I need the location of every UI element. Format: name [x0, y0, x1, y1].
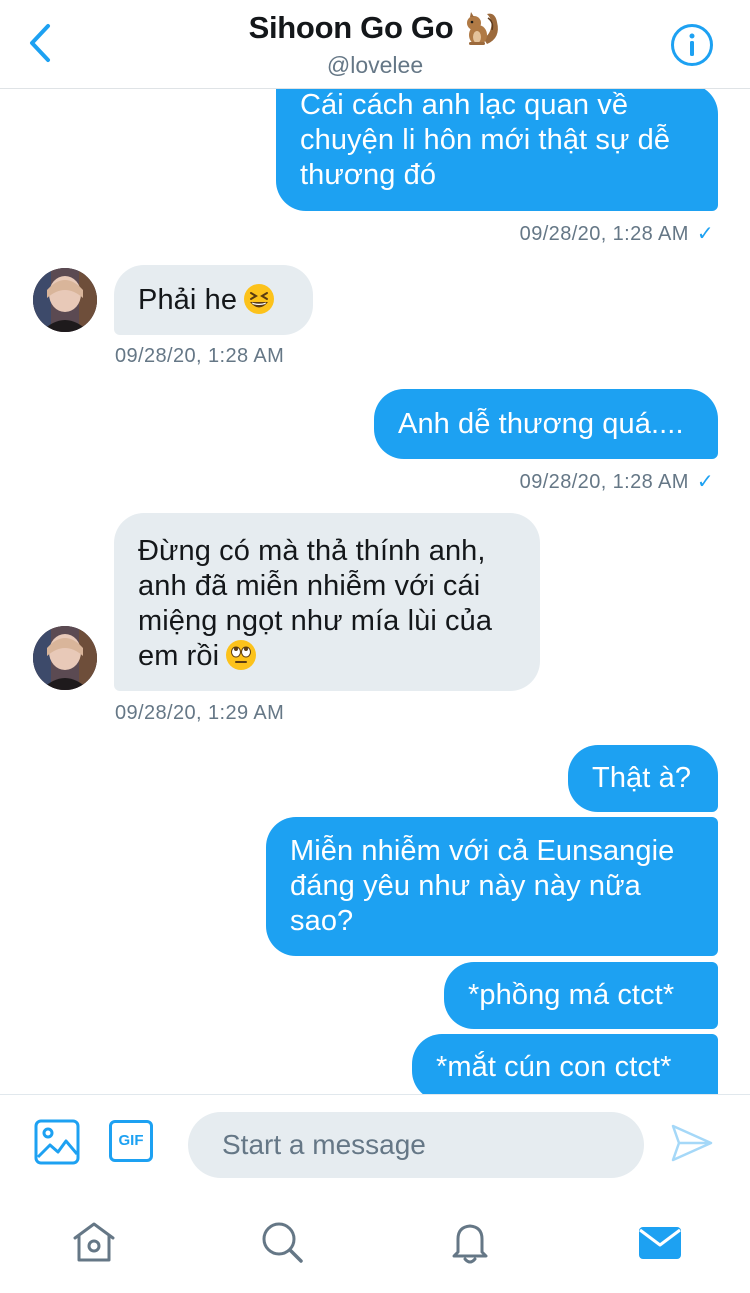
avatar[interactable]: [33, 268, 97, 332]
conversation-info-button[interactable]: [670, 23, 714, 67]
avatar-photo: [33, 268, 97, 332]
timestamp-text: 09/28/20, 1:29 AM: [115, 702, 285, 724]
sent-message[interactable]: *phồng má ctct*: [444, 962, 718, 1029]
message-line: em rồi: [138, 639, 516, 674]
message-line: thương đó: [300, 159, 437, 191]
avatar-photo: [33, 626, 97, 690]
conversation-title-block[interactable]: Sihoon Go Go @lovelee: [0, 8, 750, 79]
tab-notifications[interactable]: [446, 1218, 494, 1266]
read-check-icon: ✓: [696, 471, 714, 493]
user-handle: @lovelee: [326, 52, 424, 78]
chipmunk-emoji-icon: [467, 12, 499, 45]
display-name: Sihoon Go Go: [248, 10, 454, 45]
message-line: Đừng có mà thả thính anh,: [138, 535, 486, 567]
sent-message[interactable]: Thật à?: [568, 745, 718, 812]
tab-home[interactable]: [70, 1218, 118, 1266]
message-timestamp: 09/28/20, 1:28 AM: [115, 345, 284, 368]
message-text: Thật à?: [592, 762, 692, 794]
message-line: anh đã miễn nhiễm với cái: [138, 570, 481, 602]
messages-icon: [639, 1227, 681, 1259]
message-line: sao?: [290, 905, 354, 937]
message-text: *phồng má ctct*: [468, 979, 675, 1011]
message-line-text: em rồi: [138, 640, 220, 672]
message-composer: GIF: [0, 1094, 750, 1201]
home-icon: [73, 1222, 115, 1262]
message-line: đáng yêu như này này nữa: [290, 870, 641, 902]
conversation-title: Sihoon Go Go: [249, 8, 502, 48]
message-text: Anh dễ thương quá....: [398, 408, 684, 440]
tab-search[interactable]: [258, 1218, 306, 1266]
send-icon: [671, 1124, 713, 1162]
timestamp-text: 09/28/20, 1:28 AM: [519, 223, 689, 245]
read-check-icon: ✓: [696, 223, 714, 245]
sent-message[interactable]: *mắt cún con ctct*: [412, 1034, 718, 1094]
search-icon: [262, 1222, 303, 1263]
image-icon: [34, 1119, 80, 1165]
grinning-squinting-face-emoji: [244, 284, 275, 314]
message-text: *mắt cún con ctct*: [436, 1051, 672, 1083]
message-line: miệng ngọt như mía lùi của: [138, 605, 493, 637]
message-text: Phải he: [138, 284, 238, 316]
received-message[interactable]: Phải he: [114, 265, 313, 335]
message-line: Cái cách anh lạc quan về: [300, 89, 629, 121]
send-button[interactable]: [670, 1122, 714, 1164]
timestamp-text: 09/28/20, 1:28 AM: [519, 471, 689, 493]
info-icon: [671, 24, 713, 66]
tab-messages[interactable]: [636, 1218, 684, 1266]
received-message[interactable]: Đừng có mà thả thính anh, anh đã miễn nh…: [114, 513, 540, 691]
sent-message[interactable]: Anh dễ thương quá....: [374, 389, 718, 459]
gif-button[interactable]: GIF: [109, 1120, 153, 1162]
face-with-rolling-eyes-emoji: [226, 640, 257, 670]
message-line: Miễn nhiễm với cả Eunsangie: [290, 835, 675, 867]
message-input[interactable]: [188, 1112, 644, 1178]
bottom-tab-bar: [0, 1200, 750, 1293]
message-timestamp: 09/28/20, 1:29 AM: [115, 702, 284, 725]
message-thread[interactable]: Cái cách anh lạc quan về chuyện li hôn m…: [0, 0, 750, 1094]
message-line: chuyện li hôn mới thật sự dễ: [300, 124, 671, 156]
timestamp-text: 09/28/20, 1:28 AM: [115, 345, 285, 367]
conversation-header: Sihoon Go Go @lovelee: [0, 0, 750, 89]
notifications-icon: [452, 1224, 488, 1264]
message-timestamp: 09/28/20, 1:28 AM ✓: [520, 221, 714, 246]
add-photo-button[interactable]: [34, 1119, 80, 1165]
avatar[interactable]: [33, 626, 97, 690]
message-timestamp: 09/28/20, 1:28 AM ✓: [520, 469, 714, 494]
sent-message[interactable]: Miễn nhiễm với cả Eunsangie đáng yêu như…: [266, 817, 718, 956]
sent-message[interactable]: Cái cách anh lạc quan về chuyện li hôn m…: [276, 84, 718, 211]
